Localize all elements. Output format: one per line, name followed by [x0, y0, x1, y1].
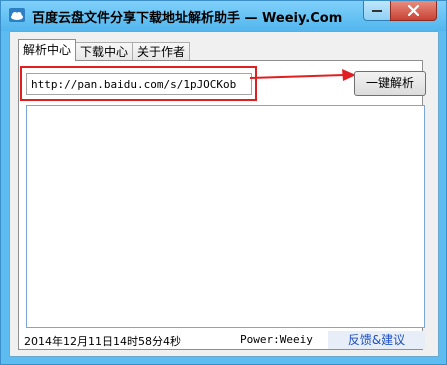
app-window: 百度云盘文件分享下载地址解析助手 — Weeiy.Com 解析中心 下载中心 关… [0, 0, 447, 365]
close-button[interactable] [390, 1, 437, 21]
minimize-button[interactable] [363, 1, 391, 21]
tab-strip: 解析中心 下载中心 关于作者 [18, 39, 191, 61]
window-title: 百度云盘文件分享下载地址解析助手 — Weeiy.Com [32, 11, 343, 26]
highlight-annotation-box [20, 66, 257, 101]
cloud-app-icon [9, 8, 25, 22]
result-text-area[interactable] [26, 105, 425, 328]
status-bar: 2014年12月11日14时58分4秒 Power:Weeiy 反馈&建议 [18, 330, 425, 350]
status-time: 2014年12月11日14时58分4秒 [24, 335, 181, 348]
arrow-annotation-icon [250, 69, 356, 81]
tab-parse-center[interactable]: 解析中心 [18, 39, 77, 61]
tab-download-center[interactable]: 下载中心 [75, 42, 134, 61]
parse-button[interactable]: 一键解析 [354, 71, 426, 96]
minimize-icon [372, 9, 382, 12]
power-label: Power:Weeiy [240, 333, 313, 346]
close-icon [408, 5, 419, 16]
feedback-link[interactable]: 反馈&建议 [328, 331, 425, 349]
title-bar[interactable]: 百度云盘文件分享下载地址解析助手 — Weeiy.Com [1, 1, 446, 31]
client-area: 解析中心 下载中心 关于作者 一键解析 2014年12月11日14时58分4秒 … [9, 31, 439, 357]
tab-about-author[interactable]: 关于作者 [132, 42, 191, 61]
